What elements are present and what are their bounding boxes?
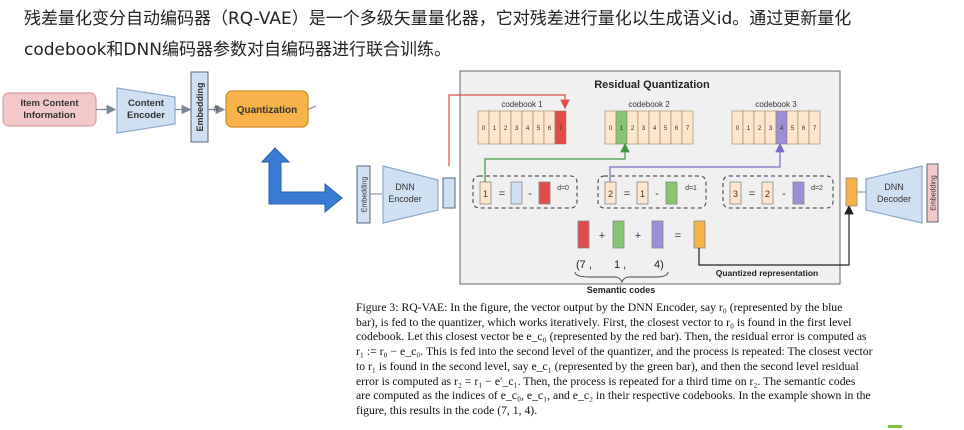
embedding-label-top: Embedding bbox=[195, 83, 205, 132]
semantic-codes-label: Semantic codes bbox=[587, 285, 656, 295]
codebook-cell-index: 2 bbox=[504, 125, 508, 132]
residual-3-rhs: 2 bbox=[765, 189, 770, 199]
r0-bar bbox=[442, 177, 456, 209]
residual-3-depth: d=2 bbox=[811, 185, 823, 192]
code-open: (7 , bbox=[576, 259, 592, 271]
codebook-cell-index: 0 bbox=[482, 125, 486, 132]
codebook-label: codebook 3 bbox=[755, 100, 797, 109]
caption-line-1: Figure 3: RQ-VAE: In the figure, the vec… bbox=[356, 301, 843, 314]
codebook-cell-index: 2 bbox=[631, 125, 635, 132]
content-encoder-label-1: Content bbox=[128, 98, 165, 109]
residual-2-lhs: 2 bbox=[608, 189, 613, 199]
codebook-cell-index: 3 bbox=[769, 125, 773, 132]
codebook-cell-index: 4 bbox=[526, 125, 530, 132]
residual-3-lhs: 3 bbox=[733, 189, 738, 199]
codebook-cell-index: 7 bbox=[813, 125, 817, 132]
caption-line-3: codebook. Let this closest vector be e_c… bbox=[356, 330, 867, 344]
rq-panel: Residual Quantization codebook 10 1 2 3 4 5 6 7… bbox=[448, 70, 854, 295]
residual-1-equals: = bbox=[499, 188, 505, 200]
codebook-cell-index: 7 bbox=[686, 125, 690, 132]
codebook-cell-index: 2 bbox=[758, 125, 762, 132]
sum-equals: = bbox=[675, 230, 681, 242]
residual-2-equals: = bbox=[624, 188, 630, 200]
residual-1-minus: - bbox=[528, 188, 532, 200]
code-close: 4) bbox=[654, 259, 664, 271]
rq-title: Residual Quantization bbox=[594, 79, 710, 91]
content-encoder-box: Content Encoder bbox=[116, 87, 176, 134]
residual-1-lhs: 1 bbox=[483, 189, 488, 199]
codebook-cell-index: 0 bbox=[609, 125, 613, 132]
caption-line-7: are computed as the indices of e_c₀, e_c… bbox=[356, 389, 871, 403]
pipeline: Item Content Information Content Encoder… bbox=[2, 71, 317, 143]
dnn-encoder-label-2: Encoder bbox=[388, 194, 422, 204]
residual-1-depth: d=0 bbox=[557, 185, 569, 192]
intro-line-1: 残差量化变分自动编码器（RQ-VAE）是一个多级矢量量化器，它对残差进行量化以生… bbox=[24, 9, 852, 29]
codebook-cell-index: 4 bbox=[653, 125, 657, 132]
residual-3-minus: - bbox=[782, 188, 786, 200]
hash-label: # bbox=[213, 104, 219, 115]
dnn-decoder-group: DNN Decoder Embedding bbox=[845, 163, 939, 224]
codebook-cell-index: 5 bbox=[791, 125, 795, 132]
item-content-box: Item Content Information bbox=[2, 92, 97, 127]
caption-line-6: error is computed as r₂ = r₁ − e′_c₁. Th… bbox=[356, 374, 856, 388]
quantized-representation-label: Quantized representation bbox=[716, 268, 819, 278]
embedding-label-right: Embedding bbox=[931, 175, 938, 211]
dnn-decoder-label-2: Decoder bbox=[877, 194, 911, 204]
content-encoder-label-2: Encoder bbox=[127, 110, 165, 121]
codebook-cell-index: 1 bbox=[493, 125, 497, 132]
caption-line-8: figure, this results in the code (7, 1, … bbox=[356, 403, 538, 417]
codebooks: codebook 10 1 2 3 4 5 6 7codebook 20 1 2 3 4 5 6 7code… bbox=[477, 100, 821, 145]
codebook-cell-index: 1 bbox=[747, 125, 751, 132]
item-content-label-1: Item Content bbox=[20, 98, 79, 109]
caption-line-2: bar), is fed to the quantizer, which wor… bbox=[356, 315, 852, 329]
codebook-cell-index: 6 bbox=[675, 125, 679, 132]
residual-3-equals: = bbox=[749, 188, 755, 200]
codebook-cell-index: 4 bbox=[780, 125, 784, 132]
quantization-box: Quantization bbox=[225, 90, 309, 128]
sum-plus-2: + bbox=[635, 230, 641, 242]
codebook-cell-index: 3 bbox=[642, 125, 646, 132]
dnn-decoder-label-1: DNN bbox=[884, 182, 904, 192]
codebook-cell-index: 3 bbox=[515, 125, 519, 132]
intro-text: 残差量化变分自动编码器（RQ-VAE）是一个多级矢量量化器，它对残差进行量化以生… bbox=[24, 4, 954, 66]
residual-2-rhs: 1 bbox=[640, 189, 645, 199]
dnn-encoder-group: Embedding DNN Encoder bbox=[356, 165, 456, 224]
codebook-label: codebook 1 bbox=[501, 100, 543, 109]
codebook-cell-index: 0 bbox=[736, 125, 740, 132]
residual-2-depth: d=1 bbox=[685, 185, 697, 192]
embedding-bar-top: Embedding bbox=[190, 71, 209, 143]
quantization-label: Quantization bbox=[237, 105, 298, 116]
item-content-label-2: Information bbox=[23, 110, 75, 121]
corner-mark bbox=[888, 425, 902, 428]
caption-line-5: to r₁ is found in the second level, say … bbox=[356, 359, 859, 373]
codebook-cell-index: 7 bbox=[559, 125, 563, 132]
codebook-cell-index: 6 bbox=[548, 125, 552, 132]
blue-corner-arrow bbox=[260, 147, 343, 214]
codebook-cell-index: 5 bbox=[664, 125, 668, 132]
codebook-cell-index: 5 bbox=[537, 125, 541, 132]
codebook-label: codebook 2 bbox=[628, 100, 670, 109]
embedding-label-left: Embedding bbox=[362, 177, 369, 213]
caption-line-4: r₁ := r₀ − e_c₀. This is fed into the se… bbox=[356, 345, 873, 359]
sum-plus-1: + bbox=[599, 230, 605, 242]
codebook-cell-index: 1 bbox=[620, 125, 624, 132]
dnn-encoder-label-1: DNN bbox=[395, 182, 415, 192]
residual-2-minus: - bbox=[655, 188, 659, 200]
figure-caption: Figure 3: RQ-VAE: In the figure, the vec… bbox=[356, 301, 956, 419]
rq-vae-diagram: Item Content Information Content Encoder… bbox=[2, 70, 939, 295]
codebook-cell-index: 6 bbox=[802, 125, 806, 132]
code-mid: 1 , bbox=[614, 259, 626, 271]
